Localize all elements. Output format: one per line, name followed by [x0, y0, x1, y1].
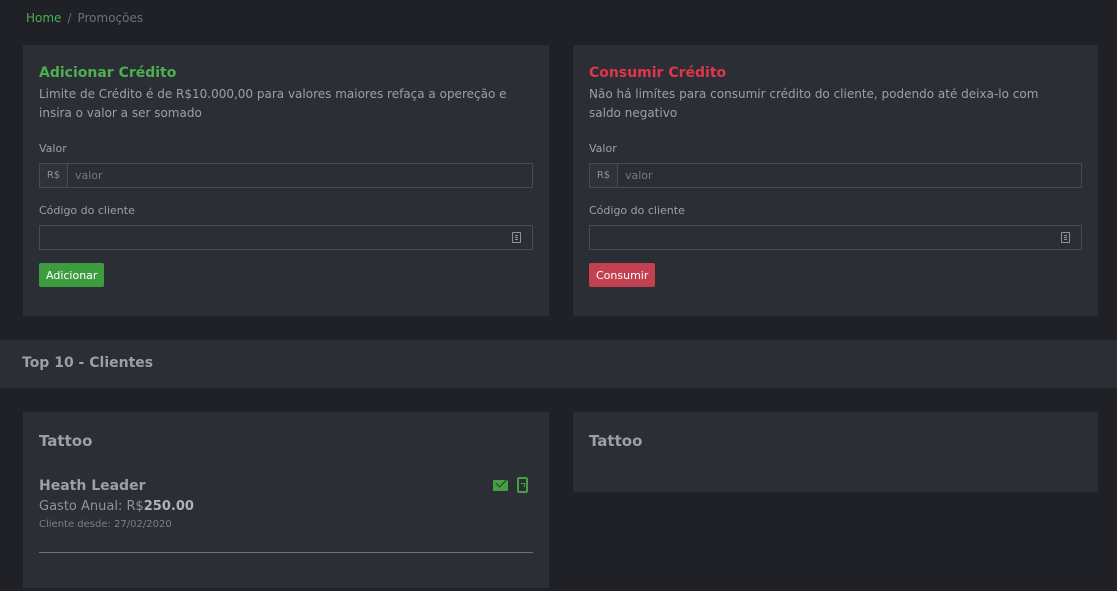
- add-credit-client-code-label: Código do cliente: [39, 204, 135, 217]
- mail-icon[interactable]: [493, 480, 508, 491]
- add-credit-button[interactable]: Adicionar: [39, 263, 105, 287]
- add-credit-client-code-input[interactable]: [40, 226, 532, 249]
- consume-credit-title: Consumir Crédito: [589, 65, 727, 81]
- consume-credit-card: Consumir Crédito Não há limítes para con…: [573, 45, 1098, 316]
- client-spent-value: 250.00: [143, 499, 194, 514]
- breadcrumb-home-link[interactable]: Home: [26, 11, 61, 25]
- client-annual-spent: Gasto Anual: R$250.00: [39, 499, 194, 514]
- currency-prefix: R$: [40, 164, 68, 187]
- ranking-card-title: Tattoo: [589, 432, 643, 450]
- add-credit-description: Limite de Crédito é de R$10.000,00 para …: [39, 87, 507, 120]
- contact-card-icon: [1061, 232, 1070, 243]
- consume-credit-button[interactable]: Consumir: [589, 263, 656, 287]
- add-credit-title: Adicionar Crédito: [39, 65, 177, 81]
- add-credit-value-input[interactable]: [68, 164, 532, 187]
- breadcrumb-separator: /: [67, 11, 72, 25]
- client-divider: [39, 552, 533, 553]
- top-clients-title: Top 10 - Clientes: [22, 355, 154, 371]
- consume-credit-description: Não há limítes para consumir crédito do …: [589, 87, 1039, 120]
- phone-icon[interactable]: [517, 477, 528, 493]
- ranking-card: Tattoo Heath Leader Gasto Anual: R$250.0…: [23, 412, 549, 588]
- contact-card-icon: [512, 232, 521, 243]
- currency-prefix: R$: [590, 164, 618, 187]
- consume-credit-client-code-field: [589, 225, 1082, 250]
- add-credit-client-code-field: [39, 225, 533, 250]
- breadcrumb-current: Promoções: [77, 11, 144, 25]
- ranking-card: Tattoo: [573, 412, 1098, 492]
- add-credit-value-group: R$: [39, 163, 533, 188]
- client-name: Heath Leader: [39, 478, 146, 494]
- ranking-card-title: Tattoo: [39, 432, 93, 450]
- top-clients-header: Top 10 - Clientes: [0, 340, 1117, 388]
- add-credit-card: Adicionar Crédito Limite de Crédito é de…: [23, 45, 549, 316]
- client-since: Cliente desde: 27/02/2020: [39, 519, 172, 530]
- add-credit-value-label: Valor: [39, 142, 67, 155]
- consume-credit-value-label: Valor: [589, 142, 617, 155]
- consume-credit-value-input[interactable]: [618, 164, 1081, 187]
- breadcrumb: Home / Promoções: [26, 11, 143, 25]
- consume-credit-value-group: R$: [589, 163, 1082, 188]
- consume-credit-client-code-label: Código do cliente: [589, 204, 685, 217]
- consume-credit-client-code-input[interactable]: [590, 226, 1081, 249]
- client-spent-label: Gasto Anual: R$: [39, 499, 144, 514]
